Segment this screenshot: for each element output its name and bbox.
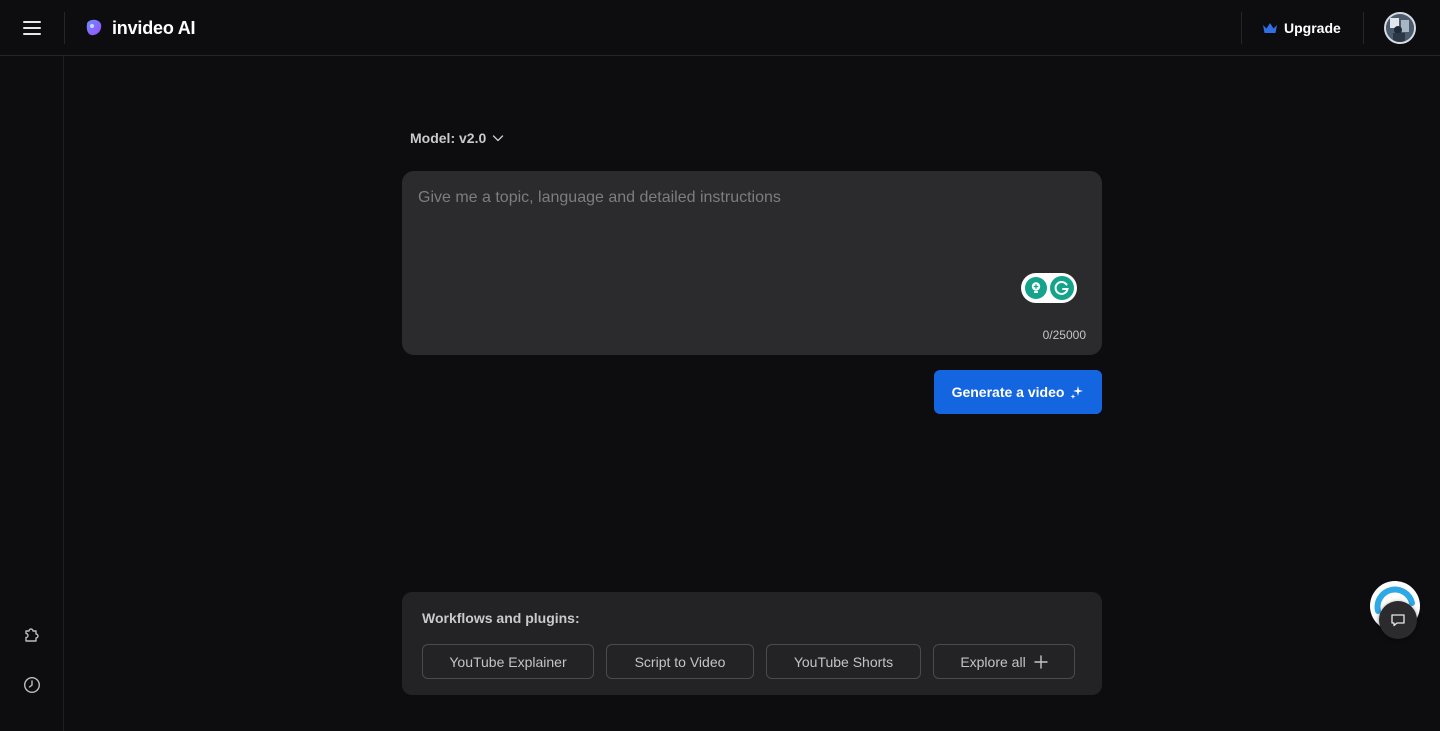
chip-label: YouTube Explainer bbox=[449, 653, 567, 670]
lightbulb-icon[interactable] bbox=[1024, 277, 1047, 299]
top-bar: invideo AI Upgrade bbox=[0, 0, 1440, 56]
chip-label: Explore all bbox=[960, 653, 1026, 670]
sparkle-icon bbox=[1070, 386, 1084, 399]
menu-button[interactable] bbox=[12, 10, 52, 46]
divider bbox=[1363, 12, 1364, 44]
crown-icon bbox=[1263, 23, 1277, 33]
grammarly-icon[interactable] bbox=[1049, 276, 1074, 300]
generate-label: Generate a video bbox=[951, 384, 1065, 400]
avatar-image bbox=[1386, 14, 1414, 42]
chip-label: Script to Video bbox=[634, 653, 726, 670]
invideo-logo-icon bbox=[86, 19, 102, 36]
model-selector[interactable]: Model: v2.0 bbox=[410, 128, 504, 148]
hamburger-icon bbox=[23, 21, 41, 35]
sidebar bbox=[0, 56, 64, 731]
upgrade-button[interactable]: Upgrade bbox=[1262, 16, 1341, 40]
clock-icon bbox=[23, 676, 41, 694]
avatar[interactable] bbox=[1384, 12, 1416, 44]
prompt-box: 0/25000 bbox=[402, 171, 1102, 355]
puzzle-icon bbox=[25, 628, 39, 642]
model-label: Model: v2.0 bbox=[410, 130, 487, 146]
grammarly-widget[interactable] bbox=[1021, 273, 1077, 303]
chip-youtube-explainer[interactable]: YouTube Explainer bbox=[422, 644, 594, 679]
brand[interactable]: invideo AI bbox=[84, 16, 196, 40]
generate-video-button[interactable]: Generate a video bbox=[934, 370, 1102, 414]
divider bbox=[1241, 12, 1242, 44]
chat-icon bbox=[1391, 614, 1405, 627]
chip-label: YouTube Shorts bbox=[793, 653, 894, 670]
chat-button[interactable] bbox=[1379, 601, 1417, 639]
chip-explore-all[interactable]: Explore all bbox=[933, 644, 1075, 679]
chevron-down-icon bbox=[493, 135, 504, 142]
plugins-button[interactable] bbox=[20, 622, 44, 646]
chip-script-to-video[interactable]: Script to Video bbox=[606, 644, 754, 679]
workflows-title: Workflows and plugins: bbox=[422, 610, 580, 626]
chip-youtube-shorts[interactable]: YouTube Shorts bbox=[766, 644, 921, 679]
plus-icon bbox=[1033, 654, 1048, 669]
prompt-input[interactable] bbox=[418, 187, 1018, 307]
upgrade-label: Upgrade bbox=[1284, 20, 1341, 36]
divider bbox=[64, 12, 65, 44]
char-count: 0/25000 bbox=[1042, 328, 1086, 342]
workflows-panel: Workflows and plugins: YouTube Explainer… bbox=[402, 592, 1102, 695]
history-button[interactable] bbox=[20, 673, 44, 697]
brand-name: invideo AI bbox=[112, 17, 196, 38]
